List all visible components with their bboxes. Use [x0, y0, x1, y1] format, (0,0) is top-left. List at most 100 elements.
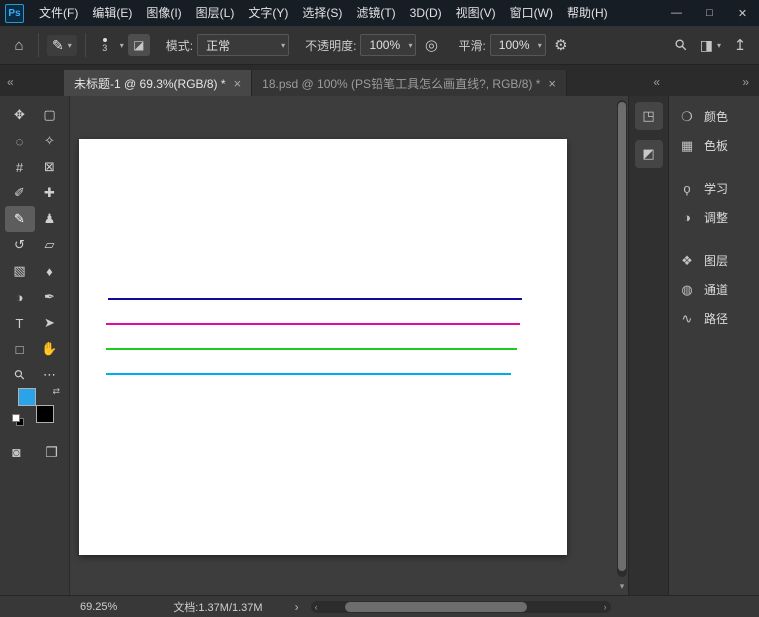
home-icon[interactable]: ⌂ [8, 37, 30, 54]
maximize-button[interactable]: □ [693, 0, 726, 26]
crop-tool-icon: # [15, 159, 24, 175]
options-bar-right: ⚲ ◨ ▾ ↥ [670, 35, 751, 55]
share-icon[interactable]: ↥ [729, 36, 751, 54]
color-label: 颜色 [704, 110, 729, 124]
tab-untitled-1[interactable]: 未标题-1 @ 69.3%(RGB/8) * × [64, 70, 253, 96]
rectangle-tool[interactable]: □ [5, 336, 35, 362]
expand-dock-icon[interactable]: « [653, 76, 660, 88]
hand-tool[interactable]: ✋ [35, 336, 65, 362]
dodge-tool[interactable]: ◑ [5, 284, 35, 310]
horizontal-scrollbar[interactable]: ‹ › [310, 600, 611, 613]
workspace-switcher[interactable]: ◨ ▾ [700, 37, 721, 54]
document-size-info: 文档:1.37M/1.37M [173, 601, 263, 614]
history-brush-tool[interactable]: ↺ [5, 232, 35, 258]
quick-mask-icon[interactable]: ◙ [12, 444, 20, 461]
channels-icon: ◍ [681, 281, 693, 297]
document-canvas[interactable] [79, 139, 567, 555]
zoom-level[interactable]: 69.25% [80, 601, 117, 613]
foreground-color-swatch[interactable] [18, 388, 36, 406]
swap-colors-icon[interactable]: ⇄ [52, 386, 60, 397]
panel-tab-swatches[interactable]: ▦ 色板 [669, 131, 759, 160]
toolbox-bottom: ◙ ❐ [0, 444, 70, 461]
scroll-left-icon[interactable]: ‹ [315, 601, 318, 613]
collapse-panel-icon[interactable]: » [742, 76, 749, 88]
type-tool[interactable]: T [5, 310, 35, 336]
panel-tab-color[interactable]: ❍ 颜色 [669, 102, 759, 131]
move-tool[interactable]: ✥ [5, 102, 35, 128]
menu-filter[interactable]: 滤镜(T) [349, 0, 402, 26]
canvas-area[interactable]: ▾ [70, 96, 628, 595]
eraser-tool[interactable]: ▱ [35, 232, 65, 258]
menu-layer[interactable]: 图层(L) [189, 0, 242, 26]
tab-18psd[interactable]: 18.psd @ 100% (PS铅笔工具怎么画直线?, RGB/8) * × [252, 70, 568, 96]
lasso-tool[interactable]: ◌ [5, 128, 35, 154]
scroll-down-icon[interactable]: ▾ [616, 581, 628, 592]
healing-brush-tool[interactable]: ✚ [35, 180, 65, 206]
edit-toolbar-icon: ⋯ [43, 367, 56, 382]
collapsed-panel-group-1[interactable]: ◳ [634, 102, 663, 130]
crop-tool[interactable]: # [5, 154, 35, 180]
gradient-tool[interactable]: ▧ [5, 258, 35, 284]
eyedropper-tool[interactable]: ✐ [5, 180, 35, 206]
opacity-select[interactable]: 100% ▾ [360, 34, 417, 56]
quick-selection-tool[interactable]: ✧ [35, 128, 65, 154]
gradient-tool-icon: ▧ [13, 263, 26, 278]
status-expand-icon[interactable]: › [295, 600, 299, 614]
zoom-tool[interactable]: ⚲ [5, 362, 35, 388]
opacity-label: 不透明度: [305, 38, 357, 53]
minimize-button[interactable]: — [660, 0, 693, 26]
close-tab-icon[interactable]: × [548, 76, 556, 91]
frame-tool[interactable]: ⊠ [35, 154, 65, 180]
brush-size-value: 3 [102, 42, 108, 53]
scroll-right-icon[interactable]: › [604, 601, 607, 613]
screen-mode-icon[interactable]: ❐ [45, 444, 58, 461]
pressure-icon[interactable]: ◎ [420, 36, 442, 54]
marquee-tool[interactable]: ▢ [35, 102, 65, 128]
learn-label: 学习 [704, 182, 729, 196]
separator [84, 33, 86, 57]
panel-tab-learn[interactable]: ϙ 学习 [669, 174, 759, 203]
menu-3d[interactable]: 3D(D) [403, 0, 449, 26]
window-controls: — □ ✕ [660, 0, 759, 26]
path-selection-tool[interactable]: ➤ [35, 310, 65, 336]
panel-tab-channels[interactable]: ◍ 通道 [669, 275, 759, 304]
menu-window[interactable]: 窗口(W) [503, 0, 560, 26]
vertical-scrollbar-thumb[interactable] [618, 102, 626, 571]
panel-tab-adjustments[interactable]: ◑ 调整 [669, 203, 759, 232]
panel-tab-layers[interactable]: ❖ 图层 [669, 246, 759, 275]
close-button[interactable]: ✕ [726, 0, 759, 26]
menu-help[interactable]: 帮助(H) [560, 0, 615, 26]
vertical-scrollbar[interactable] [617, 100, 627, 577]
collapse-tabs-icon[interactable]: « [7, 76, 14, 88]
brush-size-picker[interactable]: 3 ▾ [94, 37, 124, 53]
smoothing-select[interactable]: 100% ▾ [489, 34, 546, 56]
default-colors-icon[interactable] [12, 414, 26, 428]
close-tab-icon[interactable]: × [234, 76, 242, 91]
panel-icon-strip: ◳ ◩ [628, 96, 668, 595]
horizontal-scrollbar-thumb[interactable] [344, 601, 527, 612]
blur-tool[interactable]: ♦ [35, 258, 65, 284]
brush-preview: 3 [94, 37, 116, 53]
menu-select[interactable]: 选择(S) [295, 0, 349, 26]
pencil-tool[interactable]: ✎ [4, 206, 35, 232]
menu-file[interactable]: 文件(F) [32, 0, 85, 26]
menu-view[interactable]: 视图(V) [449, 0, 503, 26]
pen-tool[interactable]: ✒ [35, 284, 65, 310]
smoothing-label: 平滑: [458, 38, 486, 53]
tool-preset-picker[interactable]: ✎ ▾ [47, 34, 77, 56]
gear-icon[interactable]: ⚙ [550, 36, 572, 54]
menu-edit[interactable]: 编辑(E) [85, 0, 139, 26]
brush-settings-icon[interactable]: ◪ [127, 34, 150, 56]
chevron-down-icon: ▾ [408, 40, 413, 50]
edit-toolbar[interactable]: ⋯ [35, 362, 65, 388]
panel-tab-paths[interactable]: ∿ 路径 [669, 304, 759, 333]
clone-stamp-tool[interactable]: ♟ [35, 206, 65, 232]
default-foreground [12, 414, 20, 422]
search-icon[interactable]: ⚲ [667, 31, 695, 59]
menu-image[interactable]: 图像(I) [139, 0, 188, 26]
menu-type[interactable]: 文字(Y) [241, 0, 295, 26]
collapsed-panel-group-2[interactable]: ◩ [634, 140, 663, 168]
mode-select[interactable]: 正常 ▾ [197, 34, 290, 56]
path-selection-tool-icon: ➤ [44, 315, 55, 330]
background-color-swatch[interactable] [36, 405, 54, 423]
